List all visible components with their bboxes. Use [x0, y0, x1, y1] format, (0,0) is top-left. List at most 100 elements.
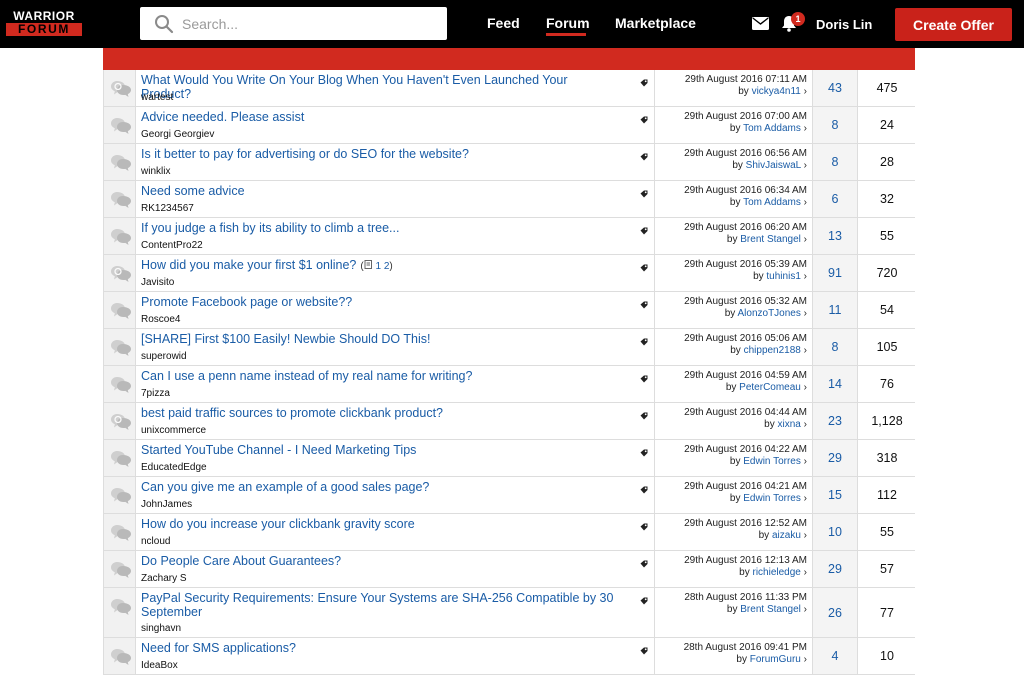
chevron-right-icon[interactable]: ›: [804, 419, 807, 430]
reply-count[interactable]: 15: [828, 488, 842, 502]
thread-author[interactable]: winklix: [141, 166, 170, 177]
thread-author[interactable]: Georgi Georgiev: [141, 129, 214, 140]
thread-author[interactable]: ncloud: [141, 536, 170, 547]
reply-count[interactable]: 13: [828, 229, 842, 243]
chevron-right-icon[interactable]: ›: [804, 86, 807, 97]
notification-badge[interactable]: 1: [791, 12, 805, 26]
reply-count[interactable]: 14: [828, 377, 842, 391]
thread-author[interactable]: wartest: [141, 92, 173, 103]
last-post-user[interactable]: PeterComeau: [739, 382, 801, 393]
chevron-right-icon[interactable]: ›: [804, 197, 807, 208]
last-post-user[interactable]: xixna: [778, 419, 801, 430]
chevron-right-icon[interactable]: ›: [804, 160, 807, 171]
chevron-right-icon[interactable]: ›: [804, 345, 807, 356]
chevron-right-icon[interactable]: ›: [804, 456, 807, 467]
last-post-user[interactable]: ForumGuru: [750, 654, 801, 665]
tag-icon[interactable]: [640, 523, 648, 532]
thread-author[interactable]: 7pizza: [141, 388, 170, 399]
tag-icon[interactable]: [640, 264, 648, 273]
reply-count[interactable]: 11: [829, 303, 842, 317]
nav-forum[interactable]: Forum: [546, 15, 590, 31]
page-link[interactable]: 1: [376, 261, 382, 272]
reply-count[interactable]: 23: [828, 414, 842, 428]
nav-feed[interactable]: Feed: [487, 15, 520, 31]
last-post-user[interactable]: aizaku: [772, 530, 801, 541]
chevron-right-icon[interactable]: ›: [804, 493, 807, 504]
create-offer-button[interactable]: Create Offer: [895, 8, 1012, 41]
thread-author[interactable]: unixcommerce: [141, 425, 206, 436]
tag-icon[interactable]: [640, 190, 648, 199]
thread-author[interactable]: ContentPro22: [141, 240, 203, 251]
last-post-user[interactable]: Tom Addams: [743, 123, 801, 134]
thread-title-link[interactable]: How do you increase your clickbank gravi…: [141, 517, 415, 531]
thread-title-link[interactable]: Advice needed. Please assist: [141, 110, 304, 124]
last-post-user[interactable]: AlonzoTJones: [738, 308, 801, 319]
chevron-right-icon[interactable]: ›: [804, 382, 807, 393]
thread-title-link[interactable]: Is it better to pay for advertising or d…: [141, 147, 469, 161]
reply-count[interactable]: 29: [828, 562, 842, 576]
tag-icon[interactable]: [640, 412, 648, 421]
tag-icon[interactable]: [640, 647, 648, 656]
mail-icon[interactable]: [752, 17, 769, 30]
thread-author[interactable]: RK1234567: [141, 203, 194, 214]
last-post-user[interactable]: chippen2188: [744, 345, 801, 356]
tag-icon[interactable]: [640, 560, 648, 569]
chevron-right-icon[interactable]: ›: [804, 308, 807, 319]
tag-icon[interactable]: [640, 375, 648, 384]
thread-title-link[interactable]: Need some advice: [141, 184, 245, 198]
chevron-right-icon[interactable]: ›: [804, 654, 807, 665]
reply-count[interactable]: 8: [832, 118, 839, 132]
tag-icon[interactable]: [640, 486, 648, 495]
tag-icon[interactable]: [640, 597, 648, 606]
thread-author[interactable]: IdeaBox: [141, 660, 178, 671]
chevron-right-icon[interactable]: ›: [804, 567, 807, 578]
thread-title-link[interactable]: Can I use a penn name instead of my real…: [141, 369, 472, 383]
tag-icon[interactable]: [640, 338, 648, 347]
thread-author[interactable]: Roscoe4: [141, 314, 180, 325]
nav-marketplace[interactable]: Marketplace: [615, 15, 696, 31]
chevron-right-icon[interactable]: ›: [804, 604, 807, 615]
last-post-user[interactable]: richieledge: [753, 567, 801, 578]
thread-title-link[interactable]: PayPal Security Requirements: Ensure You…: [141, 591, 613, 619]
tag-icon[interactable]: [640, 79, 648, 88]
thread-title-link[interactable]: If you judge a fish by its ability to cl…: [141, 221, 399, 235]
last-post-user[interactable]: vickya4n11: [752, 86, 801, 97]
chevron-right-icon[interactable]: ›: [804, 123, 807, 134]
reply-count[interactable]: 26: [828, 606, 842, 620]
search-input[interactable]: [182, 7, 437, 40]
last-post-user[interactable]: Brent Stangel: [740, 604, 801, 615]
reply-count[interactable]: 8: [832, 340, 839, 354]
reply-count[interactable]: 8: [832, 155, 839, 169]
chevron-right-icon[interactable]: ›: [804, 271, 807, 282]
last-post-user[interactable]: Edwin Torres: [743, 493, 801, 504]
tag-icon[interactable]: [640, 153, 648, 162]
thread-title-link[interactable]: Do People Care About Guarantees?: [141, 554, 341, 568]
last-post-user[interactable]: tuhinis1: [766, 271, 800, 282]
user-name[interactable]: Doris Lin: [816, 17, 872, 32]
thread-author[interactable]: Zachary S: [141, 573, 187, 584]
warrior-forum-logo[interactable]: WARRIOR FORUM: [6, 10, 82, 36]
reply-count[interactable]: 43: [828, 81, 842, 95]
thread-author[interactable]: Javisito: [141, 277, 174, 288]
reply-count[interactable]: 10: [828, 525, 842, 539]
thread-author[interactable]: superowid: [141, 351, 187, 362]
last-post-user[interactable]: Edwin Torres: [743, 456, 801, 467]
last-post-user[interactable]: Brent Stangel: [740, 234, 801, 245]
tag-icon[interactable]: [640, 301, 648, 310]
tag-icon[interactable]: [640, 449, 648, 458]
thread-author[interactable]: JohnJames: [141, 499, 192, 510]
thread-author[interactable]: singhavn: [141, 623, 181, 634]
page-link[interactable]: 2: [384, 261, 390, 272]
last-post-user[interactable]: Tom Addams: [743, 197, 801, 208]
thread-title-link[interactable]: Promote Facebook page or website??: [141, 295, 352, 309]
tag-icon[interactable]: [640, 227, 648, 236]
chevron-right-icon[interactable]: ›: [804, 530, 807, 541]
thread-title-link[interactable]: best paid traffic sources to promote cli…: [141, 406, 443, 420]
thread-title-link[interactable]: Can you give me an example of a good sal…: [141, 480, 429, 494]
tag-icon[interactable]: [640, 116, 648, 125]
reply-count[interactable]: 29: [828, 451, 842, 465]
thread-title-link[interactable]: Started YouTube Channel - I Need Marketi…: [141, 443, 416, 457]
thread-title-link[interactable]: [SHARE] First $100 Easily! Newbie Should…: [141, 332, 430, 346]
thread-author[interactable]: EducatedEdge: [141, 462, 207, 473]
reply-count[interactable]: 4: [832, 649, 839, 663]
